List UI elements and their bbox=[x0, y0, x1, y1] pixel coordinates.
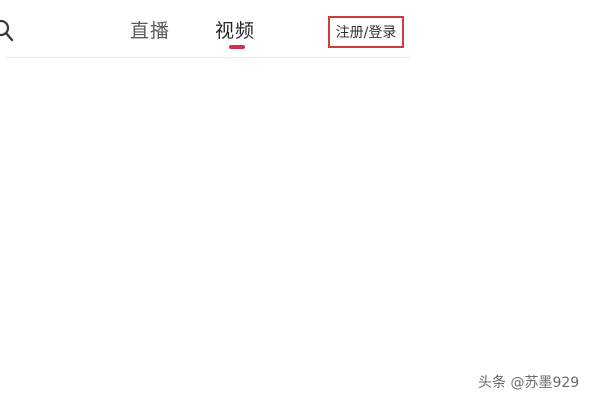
search-icon[interactable] bbox=[0, 19, 24, 45]
app-screen: 直播 视频 注册/登录 头条 @苏墨929 bbox=[0, 0, 600, 400]
tab-video[interactable]: 视频 bbox=[215, 18, 255, 44]
tab-live[interactable]: 直播 bbox=[130, 18, 170, 44]
top-navigation-bar: 直播 视频 注册/登录 bbox=[0, 0, 410, 60]
nav-divider bbox=[6, 57, 410, 58]
register-login-button[interactable]: 注册/登录 bbox=[328, 16, 404, 48]
active-tab-indicator bbox=[229, 45, 245, 49]
register-login-label: 注册/登录 bbox=[335, 25, 397, 41]
watermark: 头条 @苏墨929 bbox=[478, 375, 580, 391]
